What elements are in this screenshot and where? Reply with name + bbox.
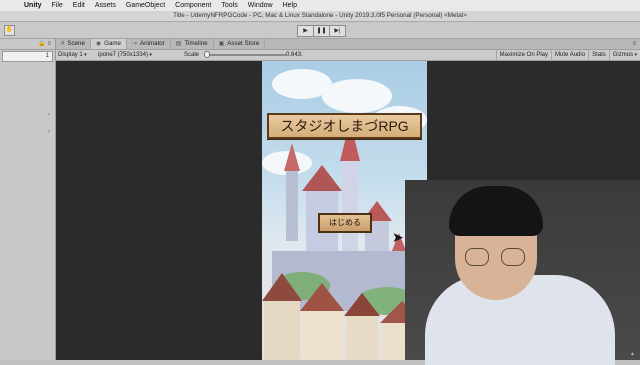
maximize-on-play-button[interactable]: Maximize On Play — [495, 50, 551, 60]
menu-help[interactable]: Help — [283, 2, 297, 9]
tab-menu-icon[interactable]: ≡ — [632, 39, 636, 49]
hierarchy-header: 🔒 ≡ — [0, 39, 55, 50]
unity-toolbar: ✋ ▶ ❚❚ ▶| — [0, 22, 640, 39]
tab-animator[interactable]: ⇢ Animator — [127, 39, 171, 49]
hierarchy-search-input[interactable]: 1 — [2, 51, 53, 62]
tab-label: Timeline — [184, 40, 208, 47]
menu-file[interactable]: File — [52, 2, 63, 9]
menu-component[interactable]: Component — [175, 2, 211, 9]
game-icon: ◉ — [95, 41, 102, 47]
menu-gameobject[interactable]: GameObject — [126, 2, 165, 9]
hierarchy-panel: 🔒 ≡ 1 › › — [0, 39, 56, 360]
glasses-icon — [501, 248, 525, 266]
game-view-bar: Display 1 ipone7 (750x1334) Scale 0.843:… — [56, 50, 640, 61]
menu-edit[interactable]: Edit — [73, 2, 85, 9]
tab-label: Asset Store — [227, 40, 260, 47]
start-button[interactable]: はじめる — [318, 213, 372, 233]
menu-assets[interactable]: Assets — [95, 2, 116, 9]
expand-arrow-icon[interactable]: › — [48, 129, 50, 135]
scale-label: Scale — [184, 52, 200, 58]
animator-icon: ⇢ — [132, 41, 138, 47]
tab-scene[interactable]: # Scene — [56, 39, 91, 49]
resolution-dropdown[interactable]: ipone7 (750x1334) — [98, 50, 152, 60]
expand-arrow-icon[interactable]: › — [48, 112, 50, 118]
play-icon[interactable]: ▶ — [297, 25, 314, 37]
gizmos-button[interactable]: Gizmos — [608, 50, 640, 60]
menu-window[interactable]: Window — [248, 2, 273, 9]
tab-label: Game — [104, 40, 121, 47]
game-title-sign: スタジオしまづRPG — [267, 113, 422, 139]
scale-value: 0.843: — [286, 52, 303, 58]
step-icon[interactable]: ▶| — [329, 25, 346, 37]
editor-tabs: # Scene ◉ Game ⇢ Animator ▤ Timeline ▣ Asset … — [56, 39, 640, 50]
display-dropdown[interactable]: Display 1 — [58, 50, 87, 60]
asset-store-icon: ▣ — [218, 41, 225, 47]
scene-icon: # — [61, 41, 65, 47]
glasses-icon — [465, 248, 489, 266]
tab-label: Animator — [140, 40, 165, 47]
scale-slider-handle[interactable] — [204, 51, 210, 58]
timeline-icon: ▤ — [175, 41, 182, 47]
window-title: Title - UdemyNFRPGCode - PC, Mac & Linux… — [0, 11, 640, 22]
play-controls: ▶ ❚❚ ▶| — [297, 25, 346, 37]
mouse-cursor-icon: ➤ — [392, 229, 404, 245]
presenter-webcam — [405, 180, 640, 365]
presenter-hair — [449, 186, 543, 236]
pause-icon[interactable]: ❚❚ — [313, 25, 330, 37]
tab-game[interactable]: ◉ Game — [90, 39, 127, 49]
tab-asset-store[interactable]: ▣ Asset Store — [214, 39, 266, 49]
game-screen: スタジオしまづRPG はじめる — [262, 61, 427, 360]
hand-tool-icon[interactable]: ✋ — [4, 25, 15, 36]
castle-illustration — [262, 121, 424, 360]
watermark-logo: ▲ — [630, 351, 635, 357]
menu-tools[interactable]: Tools — [221, 2, 237, 9]
scale-slider[interactable] — [206, 54, 286, 56]
menu-unity[interactable]: Unity — [24, 2, 42, 9]
game-view-buttons: Maximize On Play Mute Audio Stats Gizmos — [495, 50, 640, 60]
tab-label: Scene — [67, 40, 85, 47]
stats-button[interactable]: Stats — [588, 50, 609, 60]
tab-timeline[interactable]: ▤ Timeline — [171, 39, 214, 49]
mute-audio-button[interactable]: Mute Audio — [551, 50, 588, 60]
